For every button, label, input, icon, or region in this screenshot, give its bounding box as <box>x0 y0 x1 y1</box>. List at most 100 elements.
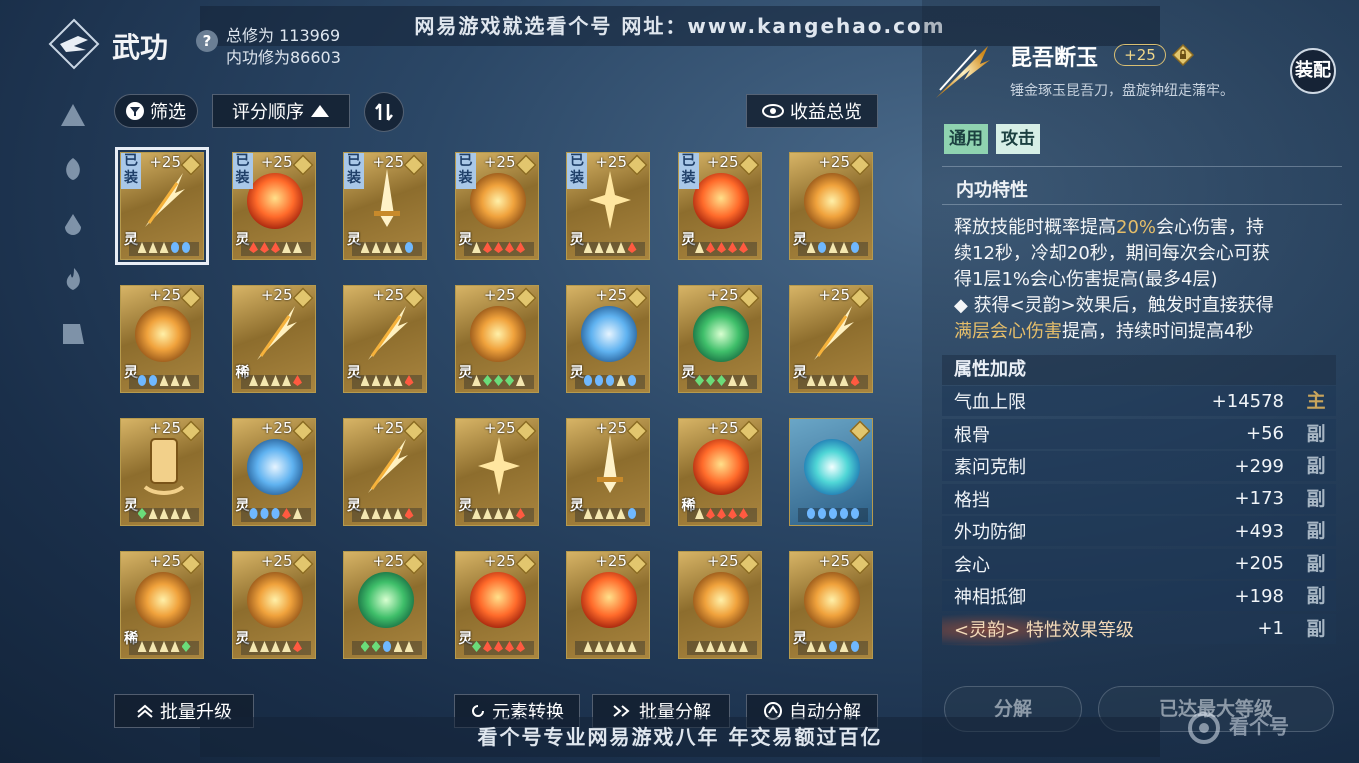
element-gem-icon <box>616 375 626 386</box>
element-gem-icon <box>516 242 525 253</box>
element-gem-icon <box>817 242 827 253</box>
trait-line: 续12秒，冷却20秒，期间每次会心可获 <box>954 243 1270 264</box>
element-gem-icon <box>282 508 291 519</box>
earnings-overview-button[interactable]: 收益总览 <box>746 94 878 128</box>
element-gem-icon <box>404 641 414 652</box>
element-gem-icon <box>360 375 370 386</box>
element-gem-icon <box>382 375 392 386</box>
element-gem-icon <box>605 242 615 253</box>
element-gem-icon <box>382 641 392 652</box>
logo-text: 看个号 <box>1228 714 1289 739</box>
card-level: +25 <box>483 552 516 570</box>
skill-card[interactable]: +25 灵 <box>343 418 427 526</box>
element-gem-icon <box>393 242 403 253</box>
help-icon[interactable]: ? <box>196 30 218 52</box>
skill-card[interactable]: +25 灵 <box>789 152 873 260</box>
total-cultivation: 总修为 113969 <box>226 26 341 45</box>
element-gem-icon <box>806 508 816 519</box>
element-gem-icon <box>494 242 503 253</box>
element-gem-icon <box>137 242 147 253</box>
element-gem-icon <box>360 242 370 253</box>
attribute-type-badge: 副 <box>1306 552 1326 575</box>
element-gems <box>798 508 868 522</box>
element-gem-icon <box>828 375 838 386</box>
skill-card[interactable]: +25 灵 <box>454 285 539 393</box>
card-level: +25 <box>483 286 516 304</box>
selected-skill-spear-icon <box>936 46 990 98</box>
skill-card[interactable]: +25 已装灵 <box>343 152 427 260</box>
card-level: +25 <box>372 286 404 304</box>
skill-card[interactable]: +25 <box>343 551 427 659</box>
flame-icon[interactable] <box>60 266 86 292</box>
martial-arts-emblem-icon <box>48 18 100 70</box>
equipped-badge: 已装 <box>121 153 141 189</box>
skill-card[interactable]: +25 灵 <box>454 418 539 526</box>
element-gem-icon <box>137 375 147 386</box>
element-gem-icon <box>583 242 593 253</box>
skill-card[interactable]: +25 <box>566 551 650 659</box>
skill-card[interactable]: +25 灵 <box>454 551 539 659</box>
element-gems <box>798 641 868 655</box>
skill-card[interactable]: +25 灵 <box>677 285 762 393</box>
skill-card[interactable]: +25 灵 <box>343 285 427 393</box>
skill-card[interactable]: +25 稀 <box>677 418 762 526</box>
element-gem-icon <box>695 375 704 386</box>
overview-label: 收益总览 <box>790 102 862 123</box>
lock-icon <box>291 154 314 176</box>
skill-card[interactable]: +25 已装灵 <box>677 152 762 260</box>
sort-toggle-button[interactable] <box>364 92 404 132</box>
skill-card[interactable]: +25 灵 <box>120 285 204 393</box>
skill-card[interactable]: +25 灵 <box>566 285 650 393</box>
trait-text: 提高，持续时间提高4秒 <box>1062 321 1254 342</box>
skill-card[interactable]: +25 灵 <box>231 418 316 526</box>
element-gem-icon <box>717 375 726 386</box>
skill-card[interactable]: +25 已装灵 <box>566 152 650 260</box>
element-gem-icon <box>706 508 715 519</box>
element-gem-icon <box>817 641 827 652</box>
water-drop-icon[interactable] <box>60 212 86 238</box>
card-level: +25 <box>372 552 404 570</box>
skill-card[interactable]: +25 稀 <box>231 285 316 393</box>
lock-icon <box>514 287 537 309</box>
equipped-badge: 已装 <box>455 153 476 189</box>
attribute-row: 气血上限 +14578 主 <box>942 386 1336 416</box>
logo-icon <box>1188 712 1220 744</box>
equip-button[interactable]: 装配 <box>1290 48 1336 94</box>
lock-icon <box>737 154 760 176</box>
skill-card[interactable]: +25 灵 <box>789 285 873 393</box>
skill-card[interactable]: +25 稀 <box>120 551 204 659</box>
attribute-row: 素问克制 +299 副 <box>942 451 1336 481</box>
attribute-name: 神相抵御 <box>954 587 1026 608</box>
skill-card[interactable]: +25 已装灵 <box>454 152 539 260</box>
element-gem-icon <box>806 375 816 386</box>
lock-icon[interactable] <box>1172 44 1194 66</box>
element-gem-icon <box>494 508 503 519</box>
attribute-value: +493 <box>1234 520 1284 542</box>
equipped-badge: 已装 <box>344 153 364 189</box>
filter-button[interactable]: 筛选 <box>114 94 198 128</box>
mountain-icon[interactable] <box>60 102 86 128</box>
filter-label: 筛选 <box>150 102 186 123</box>
element-gem-icon <box>594 242 604 253</box>
skill-card[interactable]: +25 灵 <box>789 551 873 659</box>
element-gems <box>352 242 422 256</box>
element-gem-icon <box>404 375 414 386</box>
leaf-icon[interactable] <box>60 156 86 182</box>
swap-arrows-icon <box>375 103 393 121</box>
skill-card[interactable]: +25 已装灵 <box>115 147 209 265</box>
element-gem-icon <box>249 375 258 386</box>
skill-card[interactable]: +25 已装灵 <box>231 152 316 260</box>
element-gems <box>240 375 311 389</box>
element-gem-icon <box>594 641 604 652</box>
skill-card[interactable] <box>789 418 873 526</box>
equipped-badge: 已装 <box>678 153 699 189</box>
element-gem-icon <box>148 641 158 652</box>
earth-icon[interactable] <box>60 320 86 346</box>
skill-card[interactable]: +25 灵 <box>120 418 204 526</box>
sort-dropdown[interactable]: 评分顺序 <box>212 94 350 128</box>
skill-card[interactable]: +25 灵 <box>231 551 316 659</box>
element-gems <box>686 641 757 655</box>
skill-card[interactable]: +25 灵 <box>566 418 650 526</box>
card-level: +25 <box>595 286 627 304</box>
skill-card[interactable]: +25 <box>677 551 762 659</box>
